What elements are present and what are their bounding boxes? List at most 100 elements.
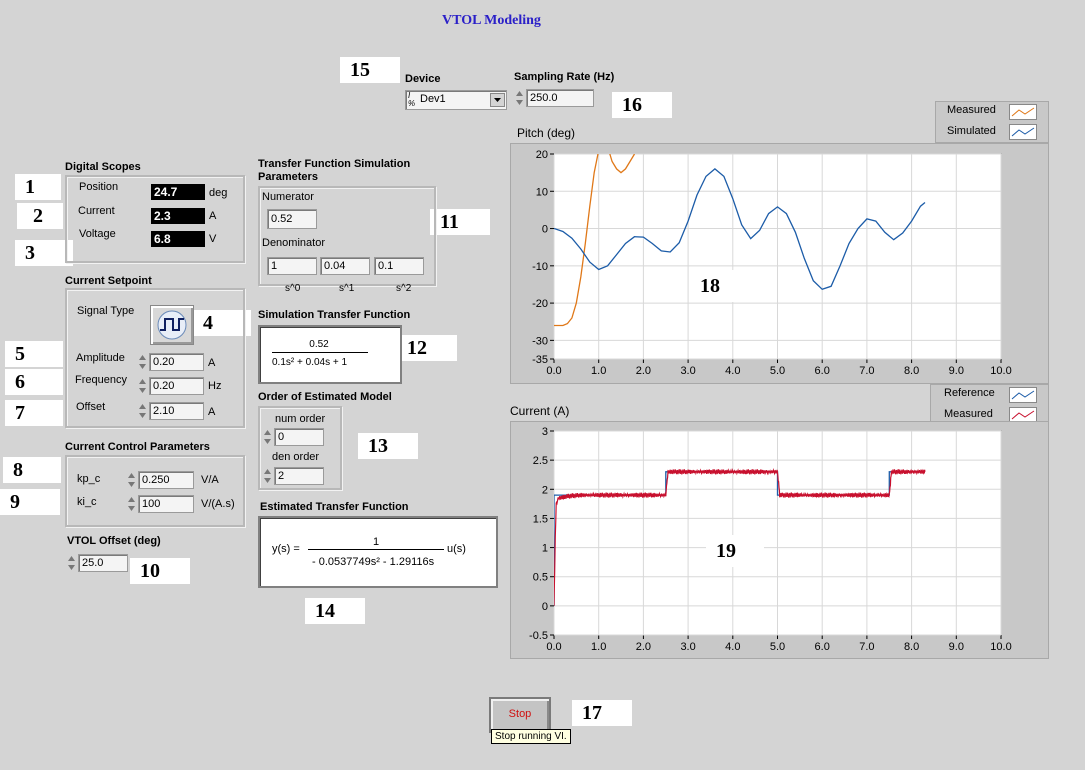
current-chart-title: Current (A) bbox=[510, 404, 570, 418]
current-control-panel bbox=[65, 455, 245, 527]
current-x-tick-label: 3.0 bbox=[680, 641, 695, 653]
kp-unit: V/A bbox=[201, 474, 219, 486]
marker-1: 1 bbox=[15, 174, 61, 200]
pitch-chart: 0.0 1.0 2.0 3.0 4.0 5.0 6.0 7.0 8.0 9.0 10.0 20 10 0 -… bbox=[532, 149, 1012, 377]
pitch-x-tick-label: 2.0 bbox=[636, 365, 651, 377]
denominator-s1-input[interactable]: 0.04 bbox=[320, 257, 370, 275]
ki-input[interactable]: 100 bbox=[138, 495, 194, 513]
current-x-tick-label: 5.0 bbox=[770, 641, 785, 653]
marker-6: 6 bbox=[5, 369, 63, 395]
pitch-chart-title: Pitch (deg) bbox=[517, 126, 576, 140]
pitch-y-tick-label: 0 bbox=[542, 224, 548, 236]
power-s2-label: s^2 bbox=[396, 283, 412, 294]
num-order-spinner[interactable] bbox=[263, 428, 272, 446]
device-select[interactable]: I% Dev1 bbox=[405, 90, 507, 110]
pitch-x-tick-label: 8.0 bbox=[904, 365, 919, 377]
est-tf-rhs: u(s) bbox=[447, 543, 466, 555]
stop-button[interactable]: Stop bbox=[489, 697, 551, 733]
current-x-tick-label: 2.0 bbox=[636, 641, 651, 653]
sim-tf-fraction-bar bbox=[272, 352, 368, 353]
den-order-input[interactable]: 2 bbox=[274, 467, 324, 485]
current-y-tick-label: 2 bbox=[542, 484, 548, 496]
marker-13: 13 bbox=[358, 433, 418, 459]
current-y-tick-label: 0.5 bbox=[533, 572, 548, 584]
current-x-tick-label: 8.0 bbox=[904, 641, 919, 653]
den-order-spinner[interactable] bbox=[263, 467, 272, 485]
offset-spinner[interactable] bbox=[138, 402, 147, 420]
kp-spinner[interactable] bbox=[127, 471, 136, 489]
ki-unit: V/(A.s) bbox=[201, 498, 235, 510]
num-order-input[interactable]: 0 bbox=[274, 428, 324, 446]
amplitude-spinner[interactable] bbox=[138, 353, 147, 371]
num-order-label: num order bbox=[275, 413, 326, 425]
device-value: Dev1 bbox=[420, 93, 446, 105]
chevron-down-icon[interactable] bbox=[490, 93, 505, 107]
vtol-offset-input[interactable]: 25.0 bbox=[78, 554, 128, 572]
est-tf-lhs: y(s) = bbox=[272, 543, 300, 555]
pitch-y-tick-label: -35 bbox=[532, 354, 548, 366]
frequency-label: Frequency bbox=[75, 374, 127, 386]
current-y-tick-label: 3 bbox=[542, 426, 548, 438]
pitch-x-tick-label: 9.0 bbox=[949, 365, 964, 377]
marker-14: 14 bbox=[305, 598, 365, 624]
pitch-legend: Measured Simulated bbox=[935, 101, 1049, 143]
marker-9: 9 bbox=[0, 489, 60, 515]
denominator-s2-input[interactable]: 0.1 bbox=[374, 257, 424, 275]
sim-tf-numerator: 0.52 bbox=[309, 339, 329, 350]
pitch-y-tick-label: -20 bbox=[532, 298, 548, 310]
amplitude-input[interactable]: 0.20 bbox=[149, 353, 204, 371]
current-x-tick-label: 6.0 bbox=[815, 641, 830, 653]
current-x-tick-label: 7.0 bbox=[859, 641, 874, 653]
current-y-tick-label: 0 bbox=[542, 601, 548, 613]
pitch-legend-simulated: Simulated bbox=[947, 125, 996, 137]
est-tf-display: y(s) = 1 - 0.0537749s² - 1.29116s u(s) bbox=[258, 516, 498, 588]
vtol-offset-spinner[interactable] bbox=[67, 554, 76, 572]
current-label: Current bbox=[78, 205, 115, 217]
power-s1-label: s^1 bbox=[339, 283, 355, 294]
square-wave-icon[interactable] bbox=[150, 305, 194, 345]
frequency-input[interactable]: 0.20 bbox=[149, 377, 204, 395]
sim-tf-title: Simulation Transfer Function bbox=[258, 309, 411, 321]
power-s0-label: s^0 bbox=[285, 283, 301, 294]
est-tf-denominator: - 0.0537749s² - 1.29116s bbox=[312, 556, 435, 568]
ki-spinner[interactable] bbox=[127, 495, 136, 513]
frequency-spinner[interactable] bbox=[138, 377, 147, 395]
marker-10: 10 bbox=[130, 558, 190, 584]
current-x-tick-label: 1.0 bbox=[591, 641, 606, 653]
pitch-x-tick-label: 3.0 bbox=[680, 365, 695, 377]
sampling-rate-spinner[interactable] bbox=[515, 89, 524, 107]
numerator-input[interactable]: 0.52 bbox=[267, 209, 317, 229]
offset-input[interactable]: 2.10 bbox=[149, 402, 204, 420]
den-order-label: den order bbox=[272, 451, 320, 463]
kp-input[interactable]: 0.250 bbox=[138, 471, 194, 489]
pitch-y-tick-label: 10 bbox=[536, 186, 548, 198]
denominator-s0-input[interactable]: 1 bbox=[267, 257, 317, 275]
amplitude-unit: A bbox=[208, 357, 216, 369]
marker-12: 12 bbox=[397, 335, 457, 361]
pitch-legend-measured: Measured bbox=[947, 104, 996, 116]
marker-17: 17 bbox=[572, 700, 632, 726]
current-unit: A bbox=[209, 210, 217, 222]
device-label: Device bbox=[405, 73, 441, 85]
numerator-label: Numerator bbox=[262, 191, 314, 203]
stop-tooltip: Stop running VI. bbox=[491, 729, 571, 744]
pitch-x-tick-label: 7.0 bbox=[859, 365, 874, 377]
sampling-rate-input[interactable]: 250.0 bbox=[526, 89, 594, 107]
current-setpoint-title: Current Setpoint bbox=[65, 275, 152, 287]
current-y-tick-label: 1 bbox=[542, 543, 548, 555]
page-title: VTOL Modeling bbox=[442, 13, 541, 28]
digital-scopes-title: Digital Scopes bbox=[65, 161, 141, 173]
pitch-legend-measured-swatch bbox=[1009, 104, 1037, 120]
est-tf-numerator: 1 bbox=[372, 536, 380, 548]
current-control-title: Current Control Parameters bbox=[65, 441, 210, 453]
marker-5: 5 bbox=[5, 341, 63, 367]
kp-label: kp_c bbox=[77, 473, 101, 485]
pitch-x-tick-label: 1.0 bbox=[591, 365, 606, 377]
denominator-label: Denominator bbox=[262, 237, 325, 249]
voltage-unit: V bbox=[209, 233, 217, 245]
pitch-x-tick-label: 10.0 bbox=[990, 365, 1011, 377]
marker-15: 15 bbox=[340, 57, 400, 83]
current-x-tick-label: 9.0 bbox=[949, 641, 964, 653]
current-y-tick-label: 1.5 bbox=[533, 513, 548, 525]
pitch-graph: 0.0 1.0 2.0 3.0 4.0 5.0 6.0 7.0 8.0 9.0 10.0 20 10 0 -… bbox=[510, 143, 1049, 384]
